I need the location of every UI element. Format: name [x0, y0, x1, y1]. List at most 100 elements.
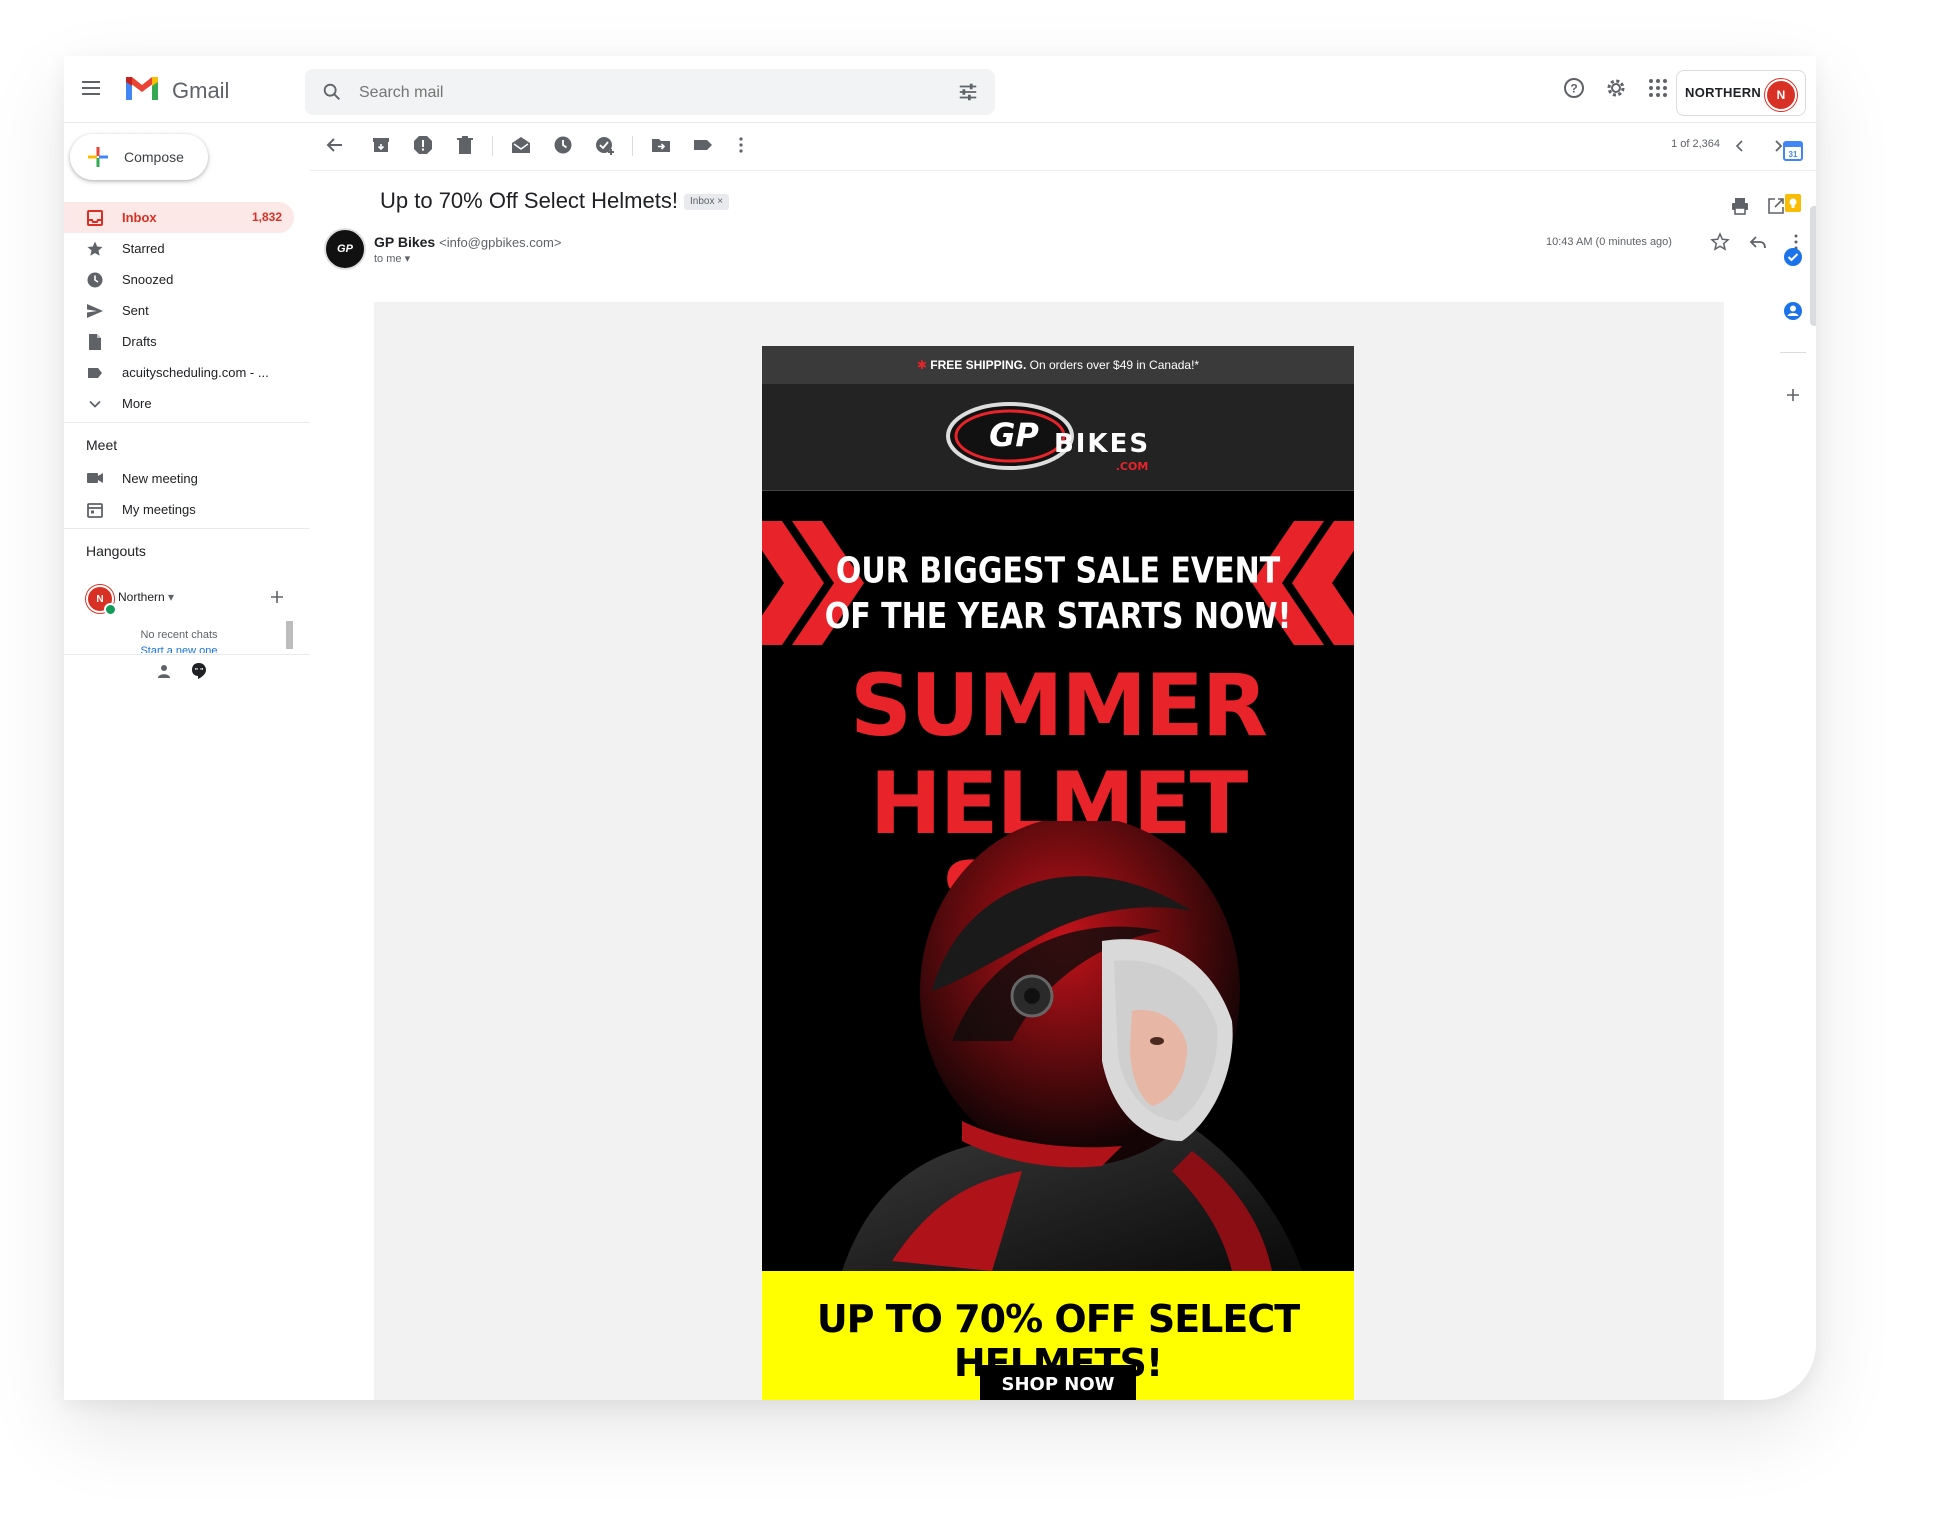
svg-text:31: 31 [1789, 150, 1798, 159]
my-meetings-button[interactable]: My meetings [64, 494, 294, 524]
search-options-icon[interactable] [957, 81, 979, 103]
hangouts-section: Hangouts N Northern ▾ No recent chats St… [64, 528, 310, 653]
message-view: 1 of 2,364 Up to 70% Off Select Helmets!… [310, 122, 1816, 1400]
unread-count: 1,832 [251, 210, 282, 224]
new-meeting-label: New meeting [122, 471, 198, 486]
sender-avatar[interactable]: GP [324, 228, 366, 270]
google-tasks-icon[interactable] [1782, 246, 1804, 268]
back-arrow-icon[interactable] [324, 134, 346, 156]
svg-text:.COM: .COM [1116, 460, 1149, 473]
toolbar-divider [492, 136, 493, 156]
send-icon [87, 304, 103, 318]
hangouts-chat-icon[interactable]: " " [190, 662, 208, 680]
shipping-text: On orders over $49 in Canada!* [1026, 358, 1200, 372]
side-panel-rail: 31 [1774, 56, 1816, 1400]
toolbar-divider [632, 136, 633, 156]
help-icon[interactable]: ? [1562, 76, 1586, 100]
hangouts-scrollbar[interactable] [286, 621, 293, 649]
compose-plus-icon [88, 147, 108, 167]
svg-text:?: ? [1570, 82, 1577, 96]
delete-trash-icon[interactable] [454, 134, 476, 156]
tagline-line-2: OF THE YEAR STARTS NOW! [824, 595, 1292, 638]
sidebar-item-label: Snoozed [122, 272, 174, 287]
svg-text:" ": " " [195, 668, 204, 675]
sidebar-item-inbox[interactable]: Inbox 1,832 [64, 202, 294, 233]
online-status-dot [104, 603, 117, 616]
promo-email: ✱ FREE SHIPPING. On orders over $49 in C… [762, 346, 1354, 1400]
sidebar-item-more[interactable]: More [64, 388, 294, 419]
sidebar-item-snoozed[interactable]: Snoozed [64, 264, 294, 295]
inbox-label-chip[interactable]: Inbox × [684, 194, 730, 210]
sidebar-item-label: Starred [122, 241, 165, 256]
sender-email: <info@gpbikes.com> [439, 235, 562, 250]
shop-now-button[interactable]: SHOP NOW [980, 1365, 1136, 1400]
message-pager: 1 of 2,364 [1671, 138, 1720, 150]
meet-heading: Meet [86, 437, 118, 453]
promo-banner: UP TO 70% OFF SELECT HELMETS! SHOP NOW [762, 1271, 1354, 1400]
sender-line: GP Bikes <info@gpbikes.com> [374, 234, 561, 250]
nav-list: Inbox 1,832 Starred Snoozed Sent Drafts [64, 202, 294, 419]
hangouts-user-label: Northern [118, 590, 165, 604]
my-meetings-label: My meetings [122, 502, 196, 517]
add-chat-plus-icon[interactable] [269, 589, 285, 605]
new-meeting-button[interactable]: New meeting [64, 463, 294, 493]
hangouts-user-name: Northern ▾ [118, 590, 175, 604]
svg-text:GP: GP [989, 416, 1039, 454]
sidebar-item-label: Inbox [122, 210, 157, 225]
move-to-folder-icon[interactable] [650, 134, 672, 156]
settings-gear-icon[interactable] [1604, 76, 1628, 100]
apps-grid-icon[interactable] [1646, 76, 1670, 100]
sidebar-item-label: Sent [122, 303, 149, 318]
logo-banner[interactable]: GP BIKES .COM [762, 384, 1354, 491]
shipping-bold: FREE SHIPPING. [930, 358, 1027, 372]
search-input[interactable] [357, 69, 921, 117]
google-keep-icon[interactable] [1782, 192, 1804, 214]
hero-section[interactable]: OUR BIGGEST SALE EVENT OF THE YEAR START… [762, 491, 1354, 1271]
sidebar-item-label: acuityscheduling.com - ... [122, 365, 269, 380]
sidebar-item-starred[interactable]: Starred [64, 233, 294, 264]
compose-label: Compose [124, 149, 184, 165]
gmail-logo-icon[interactable] [124, 74, 160, 102]
gpbikes-logo: GP BIKES .COM [946, 402, 1149, 473]
main-menu-icon[interactable] [82, 76, 106, 100]
archive-icon[interactable] [370, 134, 392, 156]
compose-button[interactable]: Compose [70, 134, 208, 180]
report-spam-icon[interactable] [412, 134, 434, 156]
recipient-details[interactable]: to me ▾ [374, 252, 410, 265]
add-to-tasks-icon[interactable] [594, 134, 616, 156]
reply-arrow-icon[interactable] [1748, 232, 1768, 252]
shipping-banner: ✱ FREE SHIPPING. On orders over $49 in C… [762, 346, 1354, 384]
sidebar-item-sent[interactable]: Sent [64, 295, 294, 326]
label-icon [88, 368, 102, 378]
google-calendar-icon[interactable]: 31 [1782, 140, 1804, 162]
browser-frame: Gmail ? NORTHERN N Compose [64, 56, 1816, 1400]
message-timestamp: 10:43 AM (0 minutes ago) [1546, 236, 1672, 248]
rider-helmet-photo [842, 821, 1302, 1271]
sender-name[interactable]: GP Bikes [374, 234, 435, 250]
chevron-down-icon [89, 400, 101, 408]
more-options-icon[interactable] [730, 134, 752, 156]
sale-tagline: OUR BIGGEST SALE EVENT OF THE YEAR START… [762, 549, 1354, 640]
print-icon[interactable] [1730, 196, 1750, 216]
snooze-clock-icon[interactable] [552, 134, 574, 156]
newer-chevron-left-icon[interactable] [1730, 136, 1750, 156]
top-bar: Gmail ? NORTHERN N [64, 56, 1816, 123]
sidebar: Compose Inbox 1,832 Starred Snoozed Sent [64, 122, 310, 1400]
mark-unread-icon[interactable] [510, 134, 532, 156]
message-toolbar: 1 of 2,364 [310, 122, 1816, 171]
sidebar-item-label: More [122, 396, 152, 411]
star-message-icon[interactable] [1710, 232, 1730, 252]
label-tag-icon[interactable] [692, 134, 714, 156]
calendar-icon [87, 503, 103, 518]
search-bar[interactable] [305, 69, 995, 117]
google-contacts-icon[interactable] [1782, 300, 1804, 322]
get-addons-plus-icon[interactable] [1782, 384, 1804, 406]
video-camera-icon [87, 473, 103, 483]
sidebar-item-drafts[interactable]: Drafts [64, 326, 294, 357]
meet-section: Meet New meeting My meetings [64, 422, 310, 523]
sidebar-item-label-acuity[interactable]: acuityscheduling.com - ... [64, 357, 294, 388]
search-icon[interactable] [321, 81, 343, 103]
clock-icon [87, 272, 103, 288]
contacts-person-icon[interactable] [156, 663, 172, 679]
start-new-chat-link[interactable]: Start a new one [64, 645, 294, 653]
